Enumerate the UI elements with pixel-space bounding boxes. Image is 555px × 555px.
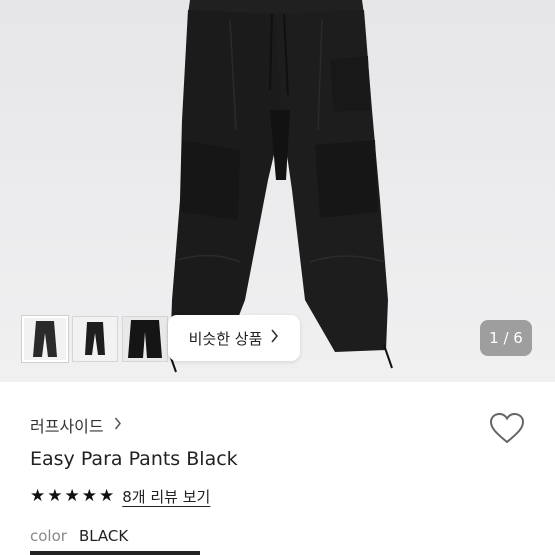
star-filled-icon: ★ xyxy=(81,486,97,506)
color-value: BLACK xyxy=(78,527,129,545)
rating-row: ★ ★ ★ ★ ★ 8개 리뷰 보기 xyxy=(30,486,210,507)
similar-products-button[interactable]: 비슷한 상품 xyxy=(168,315,300,361)
thumbnail-strip xyxy=(22,316,168,362)
star-filled-icon: ★ xyxy=(64,486,80,506)
thumbnail-3[interactable] xyxy=(122,316,168,362)
shop-link[interactable]: 러프사이드 xyxy=(30,413,122,437)
thumbnail-pants-icon xyxy=(33,321,57,357)
thumbnail-pants-icon xyxy=(85,322,105,355)
heart-outline-icon xyxy=(489,412,525,443)
product-title: Easy Para Pants Black xyxy=(30,448,238,470)
star-rating: ★ ★ ★ ★ ★ xyxy=(30,488,114,505)
thumbnail-1[interactable] xyxy=(22,316,68,362)
thumbnail-pants-icon xyxy=(128,320,162,358)
thumbnail-2[interactable] xyxy=(72,316,118,362)
star-filled-icon: ★ xyxy=(30,486,46,506)
chevron-right-icon xyxy=(114,416,122,434)
product-image-gallery[interactable]: 비슷한 상품 1 / 6 xyxy=(0,0,555,382)
color-label: color xyxy=(30,527,67,545)
similar-products-label: 비슷한 상품 xyxy=(188,329,263,348)
star-filled-icon: ★ xyxy=(47,486,63,506)
star-filled-icon: ★ xyxy=(99,486,115,506)
wishlist-button[interactable] xyxy=(487,411,527,447)
image-page-counter: 1 / 6 xyxy=(480,320,532,356)
chevron-right-icon xyxy=(270,329,279,347)
divider xyxy=(30,551,200,555)
shop-name: 러프사이드 xyxy=(30,417,104,436)
view-reviews-link[interactable]: 8개 리뷰 보기 xyxy=(122,486,210,507)
color-row: color BLACK xyxy=(30,527,128,545)
